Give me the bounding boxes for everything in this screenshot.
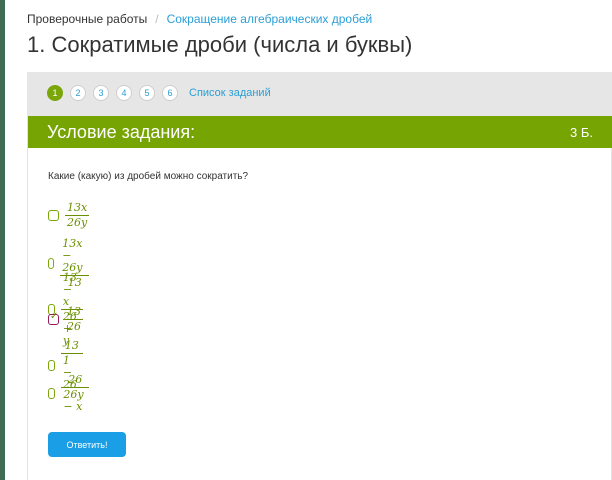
checkbox-checked[interactable]: ✓	[48, 311, 59, 325]
question-text: Какие (какую) из дробей можно сократить?	[48, 171, 249, 182]
task-list-link[interactable]: Список заданий	[189, 87, 271, 99]
page-number[interactable]: 3	[93, 85, 109, 101]
fraction: 13 26	[65, 306, 83, 333]
checkbox[interactable]	[48, 258, 55, 269]
submit-answer-button[interactable]: Ответить!	[48, 432, 126, 457]
page-title: 1. Сократимые дроби (числа и буквы)	[27, 32, 413, 57]
page: Проверочные работы / Сокращение алгебраиче…	[0, 0, 612, 480]
fraction-denominator: 26y	[67, 216, 88, 229]
paginator-row: 1 2 3 4 5 6 Список заданий	[47, 85, 271, 101]
breadcrumb-current[interactable]: Сокращение алгебраических дробей	[167, 12, 373, 26]
answer-option[interactable]: 26 26y − x	[48, 373, 90, 413]
checkbox[interactable]	[48, 360, 55, 371]
task-paginator: 1 2 3 4 5 6 Список заданий	[27, 72, 612, 116]
task-card: Условие задания: 3 Б. Какие (какую) из д…	[27, 116, 612, 480]
checkbox[interactable]	[48, 210, 59, 221]
breadcrumb-separator: /	[155, 12, 159, 26]
page-number[interactable]: 4	[116, 85, 132, 101]
answer-option[interactable]: ✓ 13 26	[48, 306, 83, 333]
fraction: 13x 26y	[65, 201, 90, 229]
page-number[interactable]: 5	[139, 85, 155, 101]
task-points: 3 Б.	[570, 125, 593, 140]
task-header: Условие задания: 3 Б.	[28, 116, 612, 148]
page-number[interactable]: 1	[47, 85, 63, 101]
fraction-numerator: 13x	[67, 201, 88, 214]
fraction-denominator: 26	[67, 320, 81, 333]
task-header-title: Условие задания:	[47, 122, 196, 142]
answer-option[interactable]: 13x 26y	[48, 201, 90, 229]
fraction: 26 26y − x	[61, 373, 90, 413]
fraction-numerator: 13x − 26y	[62, 237, 83, 274]
fraction-numerator: 13	[67, 305, 81, 318]
checkbox[interactable]	[48, 388, 56, 399]
breadcrumb-root[interactable]: Проверочные работы	[27, 12, 147, 26]
check-icon: ✓	[50, 311, 59, 322]
breadcrumb: Проверочные работы / Сокращение алгебраиче…	[27, 12, 372, 26]
page-number[interactable]: 6	[162, 85, 178, 101]
fraction-numerator: 13 − x	[62, 271, 77, 308]
fraction-denominator: 26y − x	[63, 388, 84, 413]
fraction-numerator: 26	[68, 373, 83, 386]
page-number[interactable]: 2	[70, 85, 86, 101]
fraction-numerator: 13	[64, 339, 79, 352]
